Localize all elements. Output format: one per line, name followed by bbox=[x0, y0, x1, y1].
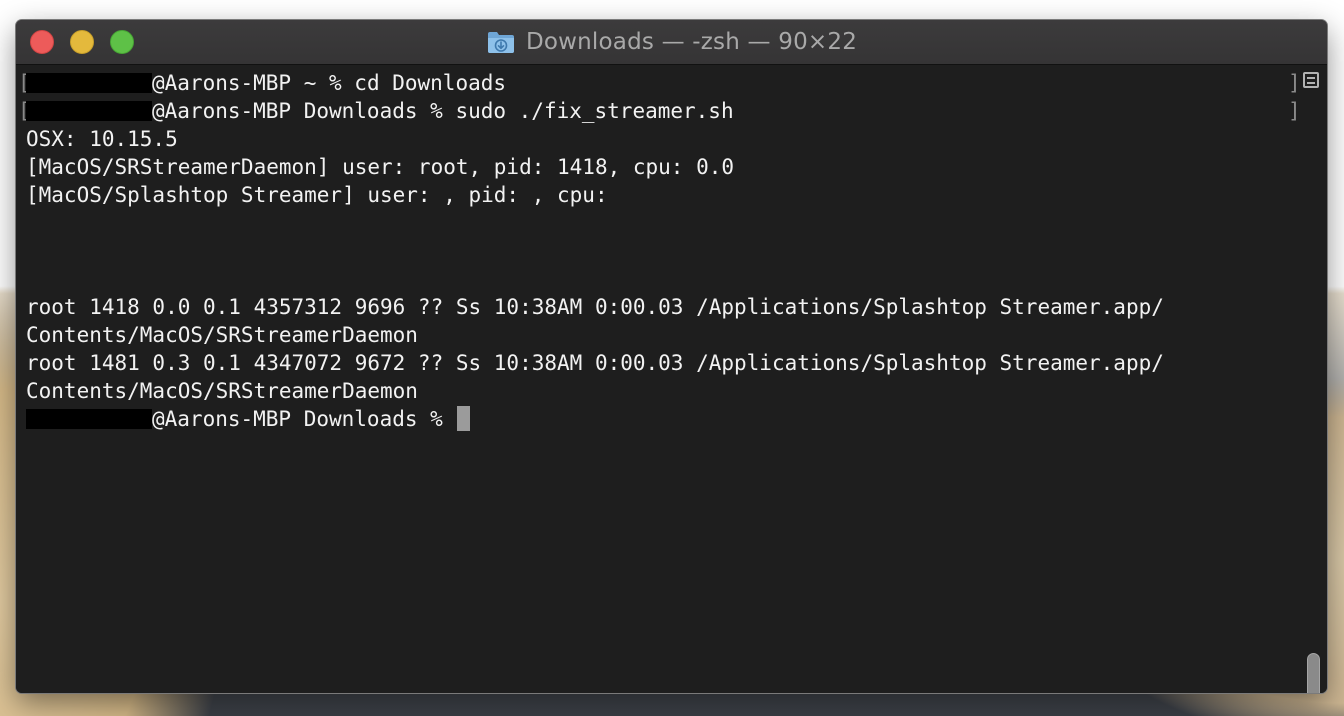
terminal-line: OSX: 10.15.5 bbox=[26, 127, 178, 151]
window-title-group: Downloads — -zsh — 90×22 bbox=[16, 20, 1327, 64]
text-cursor bbox=[457, 406, 471, 431]
terminal-line: [MacOS/SRStreamerDaemon] user: root, pid… bbox=[26, 155, 735, 179]
title-bar[interactable]: Downloads — -zsh — 90×22 bbox=[16, 20, 1327, 65]
terminal-line: @Aarons-MBP ~ % cd Downloads bbox=[26, 69, 506, 97]
marks-bookmark-icon[interactable] bbox=[1303, 72, 1319, 88]
mark-bracket-close: ] bbox=[1288, 99, 1301, 123]
terminal-line: Contents/MacOS/SRStreamerDaemon bbox=[26, 323, 418, 347]
terminal-window[interactable]: Downloads — -zsh — 90×22 [ [ ] ] @Aarons… bbox=[16, 20, 1327, 693]
window-title: Downloads — -zsh — 90×22 bbox=[525, 29, 858, 55]
command-text: sudo ./fix_streamer.sh bbox=[455, 99, 734, 123]
terminal-output[interactable]: [ [ ] ] @Aarons-MBP ~ % cd Downloads @Aa… bbox=[16, 65, 1327, 693]
terminal-line: Contents/MacOS/SRStreamerDaemon bbox=[26, 379, 418, 403]
terminal-line: root 1481 0.3 0.1 4347072 9672 ?? Ss 10:… bbox=[26, 351, 1164, 375]
vertical-scrollbar[interactable] bbox=[1307, 653, 1320, 693]
prompt-text: @Aarons-MBP ~ % bbox=[152, 71, 355, 95]
mark-bracket-close: ] bbox=[1288, 71, 1301, 95]
terminal-line: [MacOS/Splashtop Streamer] user: , pid: … bbox=[26, 183, 608, 207]
terminal-line: root 1418 0.0 0.1 4357312 9696 ?? Ss 10:… bbox=[26, 295, 1164, 319]
redacted-username bbox=[26, 73, 152, 93]
downloads-folder-icon bbox=[486, 30, 516, 54]
redacted-username bbox=[26, 409, 152, 429]
terminal-line: @Aarons-MBP Downloads % sudo ./fix_strea… bbox=[26, 97, 734, 125]
command-text: cd Downloads bbox=[354, 71, 507, 95]
terminal-line: @Aarons-MBP Downloads % bbox=[26, 405, 471, 433]
prompt-text: @Aarons-MBP Downloads % bbox=[152, 407, 456, 431]
redacted-username bbox=[26, 101, 152, 121]
prompt-text: @Aarons-MBP Downloads % bbox=[152, 99, 456, 123]
